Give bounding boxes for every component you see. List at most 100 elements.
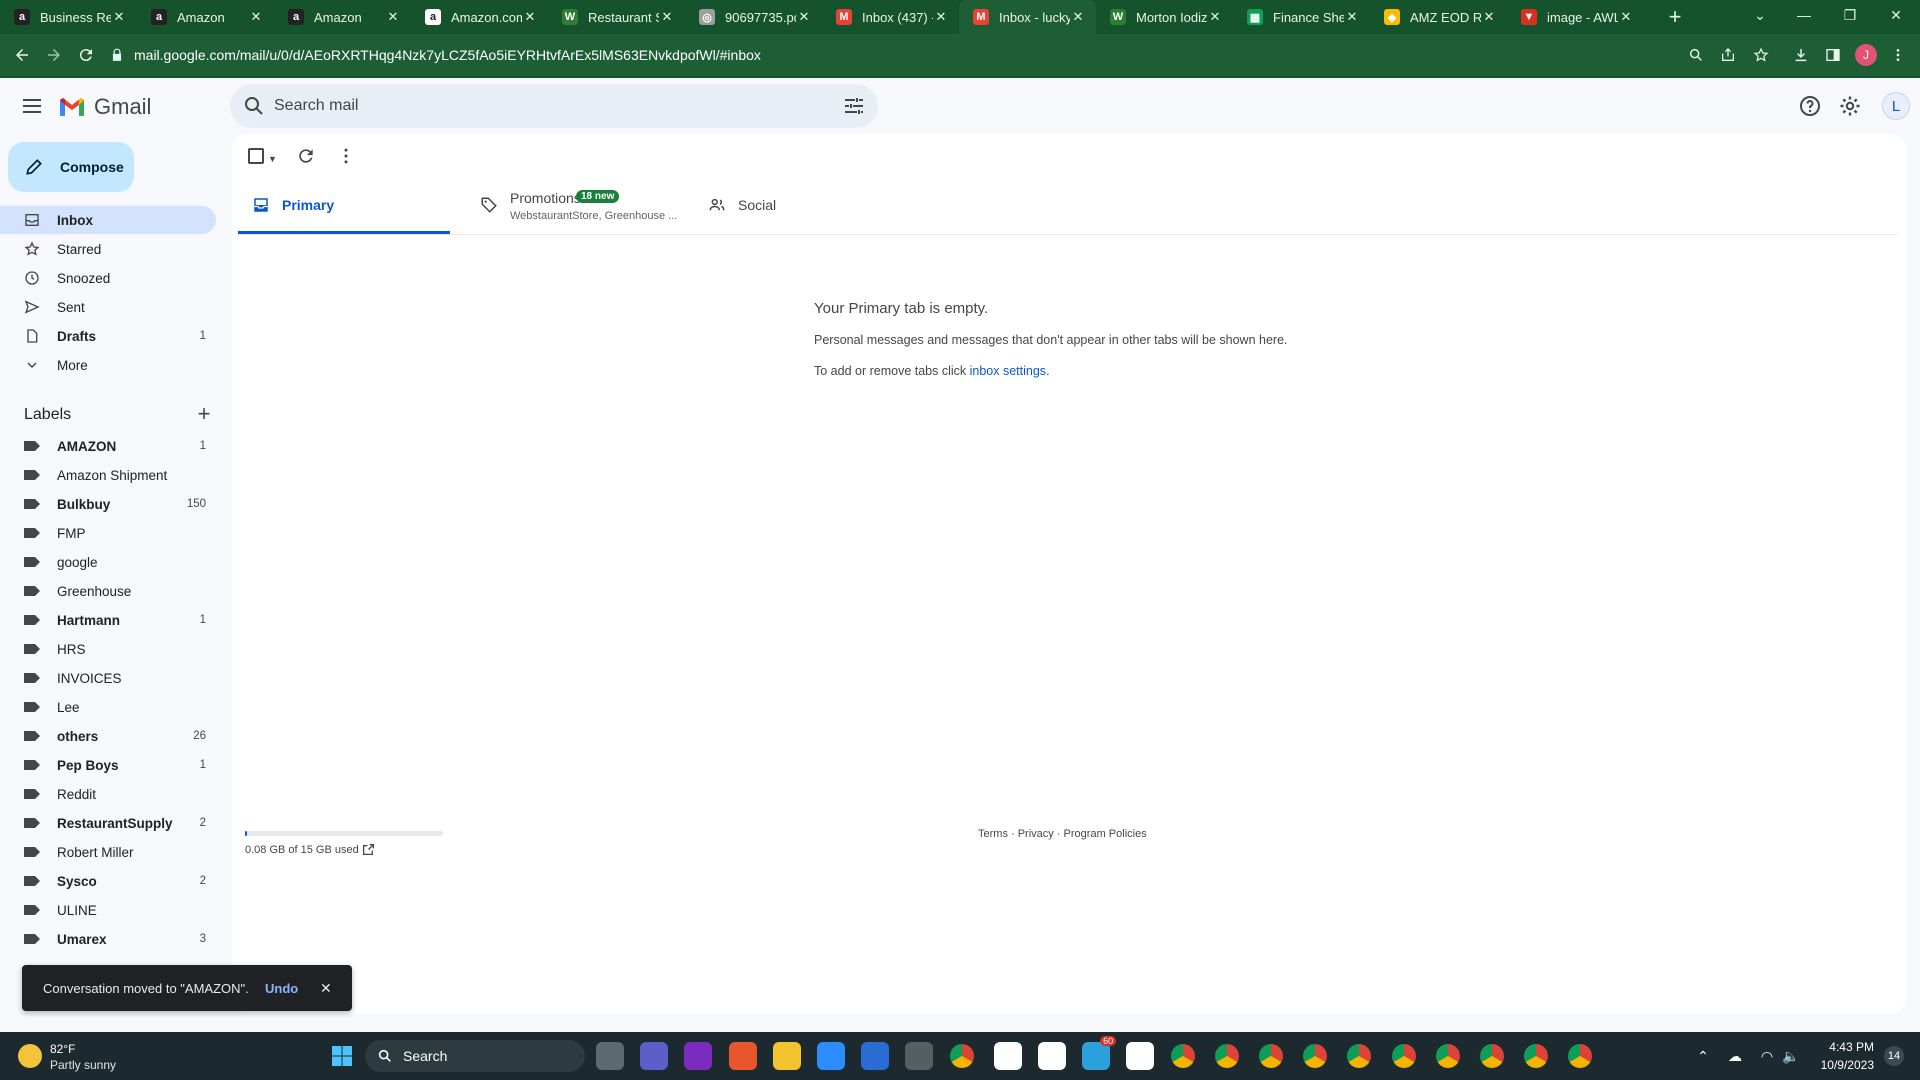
label-item[interactable]: RestaurantSupply 2 — [0, 809, 216, 837]
chrome-icon[interactable] — [1259, 1044, 1283, 1068]
tab-search-button[interactable]: ⌄ — [1740, 0, 1780, 30]
tab-close-icon[interactable]: ✕ — [1481, 9, 1497, 25]
browser-tab[interactable]: W Restaurant S ✕ — [548, 0, 685, 34]
label-item[interactable]: Lee — [0, 693, 216, 721]
browser-tab[interactable]: a Amazon ✕ — [274, 0, 411, 34]
notification-count-badge[interactable]: 14 — [1884, 1046, 1904, 1066]
calculator-icon[interactable] — [905, 1042, 934, 1070]
chrome-icon[interactable] — [1170, 1044, 1195, 1068]
pinwheel-icon[interactable] — [728, 1042, 757, 1070]
reload-button[interactable] — [72, 41, 100, 69]
back-button[interactable] — [8, 41, 36, 69]
chrome-icon[interactable] — [949, 1044, 974, 1068]
chrome-icon[interactable] — [1391, 1044, 1416, 1068]
zoom-icon[interactable] — [1684, 43, 1708, 67]
label-item[interactable]: Reddit — [0, 780, 216, 808]
slack-red-icon[interactable] — [993, 1042, 1022, 1070]
refresh-icon[interactable] — [296, 146, 316, 166]
browser-tab[interactable]: M Inbox (437) - ✕ — [822, 0, 959, 34]
restore-button[interactable]: ❐ — [1830, 0, 1870, 30]
label-item[interactable]: Pep Boys 1 — [0, 751, 216, 779]
browser-tab[interactable]: W Morton Iodiz ✕ — [1096, 0, 1233, 34]
nav-item-drafts[interactable]: Drafts 1 — [0, 322, 216, 350]
chrome-menu-icon[interactable] — [1886, 43, 1910, 67]
chrome-icon[interactable] — [1347, 1044, 1372, 1068]
settings-gear-icon[interactable] — [1838, 94, 1862, 118]
file-explorer-icon[interactable] — [596, 1042, 624, 1070]
close-window-button[interactable]: ✕ — [1876, 0, 1916, 30]
weather-condition[interactable]: Partly sunny — [50, 1058, 116, 1072]
minimize-button[interactable]: — — [1784, 0, 1824, 30]
stocks-icon[interactable] — [1038, 1042, 1066, 1070]
main-menu-icon[interactable] — [20, 94, 44, 118]
undo-button[interactable]: Undo — [265, 981, 298, 996]
tab-close-icon[interactable]: ✕ — [1344, 9, 1360, 25]
taskbar-date[interactable]: 10/9/2023 — [1812, 1058, 1874, 1072]
nav-item-more[interactable]: More — [0, 351, 216, 379]
chrome-icon[interactable] — [1214, 1044, 1239, 1068]
onedrive-icon[interactable]: ☁ — [1726, 1047, 1744, 1065]
address-bar[interactable]: mail.google.com/mail/u/0/d/AEoRXRTHqg4Nz… — [106, 38, 1766, 72]
inbox-settings-link[interactable]: inbox settings — [970, 364, 1046, 378]
chrome-profile-avatar[interactable]: J — [1855, 44, 1877, 66]
tray-overflow-chevron-icon[interactable]: ⌃ — [1694, 1047, 1712, 1065]
browser-tab[interactable]: a Amazon.com ✕ — [411, 0, 548, 34]
tab-close-icon[interactable]: ✕ — [522, 9, 538, 25]
weather-sun-icon[interactable] — [18, 1044, 42, 1068]
label-item[interactable]: others 26 — [0, 722, 216, 750]
label-item[interactable]: Robert Miller — [0, 838, 216, 866]
next-icon[interactable] — [684, 1042, 713, 1070]
chrome-icon[interactable] — [1568, 1044, 1593, 1068]
browser-tab[interactable]: ◆ AMZ EOD Re✕ — [1370, 0, 1507, 34]
forward-button[interactable] — [40, 41, 68, 69]
nav-item-snoozed[interactable]: Snoozed — [0, 264, 216, 292]
compose-button[interactable]: Compose — [8, 142, 134, 192]
help-icon[interactable] — [1798, 94, 1822, 118]
weather-temperature[interactable]: 82°F — [50, 1042, 75, 1056]
volume-icon[interactable]: 🔈 — [1782, 1047, 1800, 1065]
tab-close-icon[interactable]: ✕ — [248, 9, 264, 25]
browser-tab[interactable]: ▦ Finance Shee✕ — [1233, 0, 1370, 34]
open-storage-icon[interactable] — [362, 843, 375, 856]
new-tab-button[interactable]: + — [1662, 4, 1688, 30]
folder-icon[interactable] — [772, 1042, 801, 1070]
telegram-icon[interactable]: 60 — [1082, 1036, 1117, 1070]
nav-item-sent[interactable]: Sent — [0, 293, 216, 321]
chrome-icon[interactable] — [1303, 1044, 1328, 1068]
slack-icon[interactable] — [1126, 1042, 1155, 1070]
select-menu-caret-icon[interactable]: ▼ — [268, 154, 277, 164]
chrome-icon[interactable] — [1435, 1044, 1460, 1068]
label-item[interactable]: HRS — [0, 635, 216, 663]
tab-close-icon[interactable]: ✕ — [1070, 9, 1086, 25]
browser-tab[interactable]: ▼ image - AWL ✕ — [1507, 0, 1644, 34]
windows-start-icon[interactable] — [330, 1044, 354, 1068]
nav-item-inbox[interactable]: Inbox — [0, 206, 216, 234]
chrome-icon[interactable] — [1480, 1044, 1504, 1068]
tab-close-icon[interactable]: ✕ — [385, 9, 401, 25]
nav-item-starred[interactable]: Starred — [0, 235, 216, 263]
label-item[interactable]: Bulkbuy 150 — [0, 490, 216, 518]
tab-close-icon[interactable]: ✕ — [111, 9, 127, 25]
wifi-icon[interactable]: ◠ — [1758, 1047, 1776, 1065]
footer-links[interactable]: Terms · Privacy · Program Policies — [978, 828, 1147, 840]
account-avatar[interactable]: L — [1882, 92, 1910, 120]
tab-close-icon[interactable]: ✕ — [1618, 9, 1634, 25]
search-bar[interactable] — [230, 84, 878, 128]
search-input[interactable] — [274, 97, 814, 115]
label-item[interactable]: google — [0, 548, 216, 576]
search-options-icon[interactable] — [842, 94, 866, 118]
label-item[interactable]: Hartmann 1 — [0, 606, 216, 634]
taskbar-clock[interactable]: 4:43 PM — [1818, 1040, 1874, 1054]
taskbar-search[interactable]: Search — [365, 1040, 585, 1072]
label-item[interactable]: Sysco 2 — [0, 867, 216, 895]
tab-promotions[interactable]: Promotions 18 new WebstaurantStore, Gree… — [466, 178, 678, 234]
download-icon[interactable] — [1789, 43, 1813, 67]
calendar-icon[interactable] — [861, 1042, 890, 1070]
gmail-logo[interactable]: Gmail — [58, 94, 151, 120]
share-icon[interactable] — [1716, 43, 1740, 67]
zoom-icon[interactable] — [817, 1042, 845, 1070]
tab-close-icon[interactable]: ✕ — [933, 9, 949, 25]
tab-close-icon[interactable]: ✕ — [659, 9, 675, 25]
tab-close-icon[interactable]: ✕ — [796, 9, 812, 25]
teams-icon[interactable] — [640, 1042, 669, 1070]
